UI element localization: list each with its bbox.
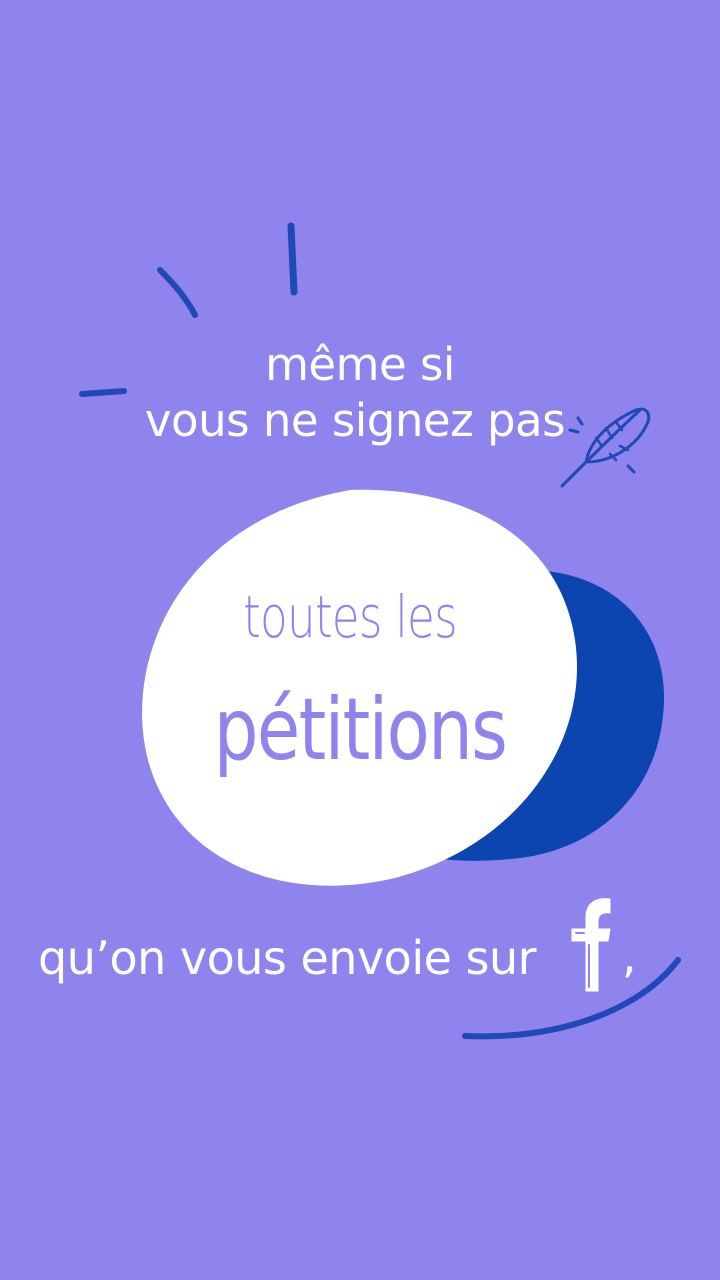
- feather-icon: [560, 407, 651, 488]
- trailing-comma: ,: [622, 929, 637, 983]
- burst-stroke-1: [157, 267, 198, 318]
- blob-title-line-1: toutes les: [243, 583, 458, 651]
- story-frame: même si vous ne signez pas toutes les pé…: [0, 0, 720, 1280]
- burst-stroke-2: [287, 222, 298, 296]
- headline-line-3: qu’on vous envoie sur: [38, 931, 537, 985]
- facebook-f-icon: [571, 898, 611, 992]
- blob-title-line-2: pétitions: [213, 680, 508, 780]
- headline-line-1: même si: [265, 338, 455, 391]
- burst-stroke-3: [79, 388, 127, 397]
